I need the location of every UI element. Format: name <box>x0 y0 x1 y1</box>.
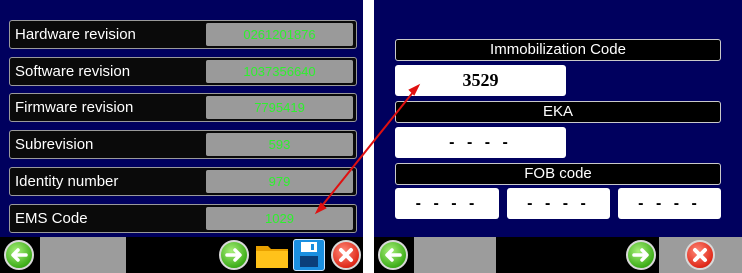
subrevision-row: Subrevision 593 <box>9 130 357 159</box>
eka-header: EKA <box>395 101 721 123</box>
back-arrow-icon <box>11 248 28 262</box>
fob-code-field-2[interactable]: - - - - <box>507 188 610 219</box>
floppy-disk-icon <box>300 242 318 267</box>
forward-button[interactable] <box>219 240 249 270</box>
codes-panel: Immobilization Code 3529 EKA - - - - FOB… <box>374 0 742 273</box>
identity-number-label: Identity number <box>15 173 119 190</box>
close-x-icon <box>339 248 353 262</box>
hardware-revision-label: Hardware revision <box>15 26 136 43</box>
ems-code-value: 1029 <box>206 207 353 230</box>
panel-separator <box>363 0 374 273</box>
left-toolbar <box>0 237 363 273</box>
fob-code-header: FOB code <box>395 163 721 185</box>
back-arrow-icon <box>385 248 402 262</box>
folder-button[interactable] <box>254 239 290 271</box>
right-toolbar <box>374 237 742 273</box>
subrevision-value: 593 <box>206 133 353 156</box>
back-button[interactable] <box>378 240 408 270</box>
forward-arrow-icon <box>225 248 242 262</box>
close-button[interactable] <box>331 240 361 270</box>
immobilization-code-field[interactable]: 3529 <box>395 65 566 96</box>
firmware-revision-label: Firmware revision <box>15 99 134 116</box>
toolbar-spacer <box>414 237 496 273</box>
fob-code-field-3[interactable]: - - - - <box>618 188 721 219</box>
close-button[interactable] <box>685 240 715 270</box>
software-revision-label: Software revision <box>15 63 131 80</box>
forward-button[interactable] <box>626 240 656 270</box>
forward-arrow-icon <box>632 248 649 262</box>
save-button[interactable] <box>293 239 325 271</box>
eka-field[interactable]: - - - - <box>395 127 566 158</box>
firmware-revision-value: 7795419 <box>206 96 353 119</box>
close-x-icon <box>693 248 707 262</box>
fob-code-field-1[interactable]: - - - - <box>395 188 499 219</box>
software-revision-row: Software revision 1037356640 <box>9 57 357 86</box>
ems-code-row: EMS Code 1029 <box>9 204 357 233</box>
subrevision-label: Subrevision <box>15 136 94 153</box>
info-panel: Hardware revision 0261201876 Software re… <box>0 0 363 273</box>
toolbar-spacer <box>40 237 126 273</box>
software-revision-value: 1037356640 <box>206 60 353 83</box>
back-button[interactable] <box>4 240 34 270</box>
identity-number-row: Identity number 979 <box>9 167 357 196</box>
hardware-revision-value: 0261201876 <box>206 23 353 46</box>
folder-icon <box>256 246 288 268</box>
firmware-revision-row: Firmware revision 7795419 <box>9 93 357 122</box>
immobilization-code-header: Immobilization Code <box>395 39 721 61</box>
hardware-revision-row: Hardware revision 0261201876 <box>9 20 357 49</box>
identity-number-value: 979 <box>206 170 353 193</box>
ems-code-label: EMS Code <box>15 210 88 227</box>
